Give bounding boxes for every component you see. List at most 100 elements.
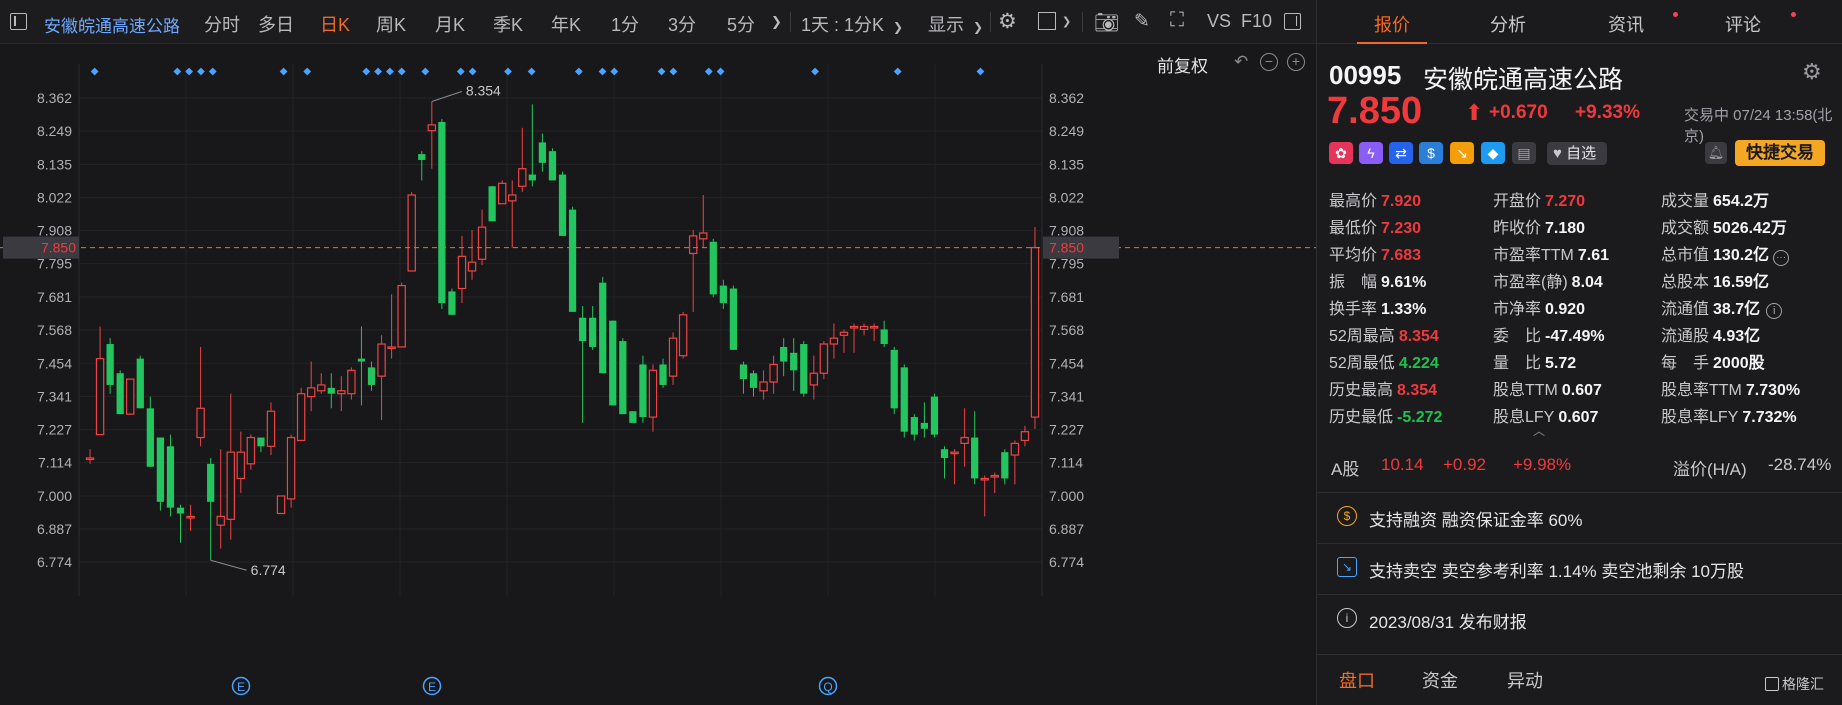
stat-label: 委 比 (1493, 328, 1542, 345)
candle (397, 282, 406, 348)
period-tab-3min[interactable]: 3分 (668, 11, 696, 37)
interval-select[interactable]: 1天 : 1分K ❯ (801, 11, 903, 37)
sidebar-toggle-icon[interactable] (10, 13, 27, 30)
info-margin-text: 支持融资 融资保证金率 60% (1369, 511, 1583, 530)
event-marker-label: Q (823, 680, 832, 694)
period-tab-quarterly-k[interactable]: 季K (493, 11, 523, 37)
y-tick-label-right: 7.454 (1049, 355, 1084, 371)
layout-select-icon[interactable] (1038, 12, 1056, 30)
stat-value: 7.732% (1742, 409, 1797, 426)
zoom-in-icon[interactable]: + (1287, 53, 1305, 71)
connect-icon[interactable]: ⇄ (1389, 142, 1413, 164)
period-more-chevron-icon[interactable]: ❯ (771, 14, 782, 30)
display-select[interactable]: 显示 ❯ (928, 11, 983, 37)
dividend-marker-icon (456, 67, 465, 76)
doc-icon[interactable]: ▤ (1512, 142, 1536, 164)
period-tab-daily-k[interactable]: 日K (320, 11, 350, 37)
tab-news[interactable]: 资讯 (1608, 11, 1644, 37)
candle-body (809, 372, 819, 386)
kline-chart[interactable]: 7.850 7.850 8.354 6.774 8.362 8.362 8.249 8.24… (0, 44, 1316, 705)
period-tab-5min[interactable]: 5分 (727, 11, 755, 37)
stat-all-time-high: 历史最高 8.354 (1329, 376, 1437, 400)
tab-quote[interactable]: 报价 (1374, 11, 1410, 37)
candle-body (477, 226, 487, 260)
f10-button[interactable]: F10 (1241, 11, 1272, 32)
candle-body (688, 235, 698, 255)
candle (448, 288, 456, 315)
panel-settings-gear-icon[interactable]: ⚙ (1802, 59, 1822, 85)
candle (427, 101, 437, 169)
candle-body (327, 387, 335, 394)
undo-icon[interactable]: ↶ (1234, 52, 1248, 72)
candle (176, 504, 185, 543)
candle (257, 437, 265, 453)
short-sell-icon[interactable]: ↘ (1450, 142, 1474, 164)
dollar-icon[interactable]: $ (1419, 142, 1443, 164)
hk-flag-icon[interactable]: ✿ (1329, 142, 1353, 164)
adjustment-mode-button[interactable]: 前复权 (1157, 52, 1208, 77)
kline-chart-area[interactable]: 7.850 7.850 8.354 6.774 8.362 8.362 8.249 8.24… (0, 44, 1316, 705)
quick-trade-button[interactable]: 快捷交易 (1735, 140, 1825, 166)
info-margin-row[interactable]: $ 支持融资 融资保证金率 60% (1317, 492, 1842, 538)
stat-label: 历史最低 (1329, 409, 1394, 426)
fullscreen-icon[interactable]: ⛶ (1170, 9, 1184, 32)
dividend-marker-icon (811, 67, 819, 76)
panel-toggle-icon[interactable] (1284, 13, 1301, 30)
bottom-tabs: 盘口 资金 异动 (1317, 654, 1842, 705)
news-unread-dot (1673, 12, 1678, 17)
candle-body (528, 174, 536, 181)
layout-chevron-icon[interactable]: ❯ (1062, 15, 1071, 28)
period-tab-intraday[interactable]: 分时 (204, 11, 240, 37)
a-share-row[interactable]: A股 10.14 +0.92 +9.98% 溢价(H/A) -28.74% (1327, 455, 1832, 479)
display-label: 显示 (928, 15, 964, 35)
candle (609, 320, 617, 406)
tag-icon[interactable]: ◆ (1481, 142, 1505, 164)
period-tab-1min[interactable]: 1分 (611, 11, 639, 37)
dividend-marker-icon (716, 67, 725, 76)
stat-volume-ratio: 量 比 5.72 (1493, 349, 1576, 373)
candle-body (648, 369, 658, 418)
period-tab-multiday[interactable]: 多日 (258, 11, 294, 37)
candle-body (106, 344, 114, 385)
candle-body (910, 417, 918, 435)
camera-icon[interactable]: 📷︎ (1094, 10, 1119, 35)
margin-icon[interactable]: ϟ (1359, 142, 1383, 164)
stat-value: 4.224 (1398, 355, 1439, 372)
watermark-text: 格隆汇 (1782, 676, 1824, 692)
info-short-row[interactable]: ↘ 支持卖空 卖空参考利率 1.14% 卖空池剩余 10万股 (1317, 543, 1842, 589)
more-dots-icon[interactable]: ··· (1773, 250, 1790, 266)
stat-high: 最高价 7.920 (1329, 187, 1421, 211)
tab-comments[interactable]: 评论 (1725, 11, 1761, 37)
candle-body (578, 317, 587, 342)
short-chart-icon: ↘ (1337, 557, 1357, 577)
alert-bell-icon[interactable]: 🔔︎ (1705, 142, 1727, 164)
tab-analysis[interactable]: 分析 (1490, 11, 1526, 37)
stock-name-label[interactable]: 安徽皖通高速公路 (44, 12, 180, 37)
candle (800, 341, 808, 397)
candle-body (1020, 431, 1030, 442)
y-tick-label-left: 7.341 (37, 388, 72, 404)
period-tab-weekly-k[interactable]: 周K (376, 11, 406, 37)
tab-capital-flow[interactable]: 资金 (1422, 667, 1458, 693)
tab-movements[interactable]: 异动 (1507, 667, 1543, 693)
compare-vs-button[interactable]: VS (1207, 11, 1231, 32)
collapse-chevron-up-icon[interactable]: ︿ (1533, 422, 1545, 439)
candle-body (769, 363, 778, 383)
stock-name: 安徽皖通高速公路 (1423, 66, 1624, 94)
draw-pencil-icon[interactable]: ✎ (1134, 10, 1150, 33)
period-tab-yearly-k[interactable]: 年K (551, 11, 581, 37)
price-change-pct: +9.33% (1575, 102, 1640, 123)
candle (166, 434, 175, 517)
candle-body (780, 346, 788, 362)
period-tab-monthly-k[interactable]: 月K (435, 11, 465, 37)
tab-order-book[interactable]: 盘口 (1339, 667, 1375, 693)
info-icon[interactable]: i (1766, 303, 1783, 319)
settings-gear-icon[interactable]: ⚙ (998, 9, 1017, 34)
info-earnings-row[interactable]: i 2023/08/31 发布财报 (1317, 594, 1842, 640)
add-watchlist-button[interactable]: ♥ 自选 (1547, 142, 1607, 165)
zoom-out-icon[interactable]: − (1260, 53, 1278, 71)
candle (186, 504, 195, 532)
candle-body (257, 437, 265, 447)
quote-panel: 报价 分析 资讯 评论 00995 安徽皖通高速公路 ⚙ 7.850 ⬆ +0.… (1317, 0, 1842, 705)
y-tick-label-left: 7.681 (37, 289, 72, 305)
